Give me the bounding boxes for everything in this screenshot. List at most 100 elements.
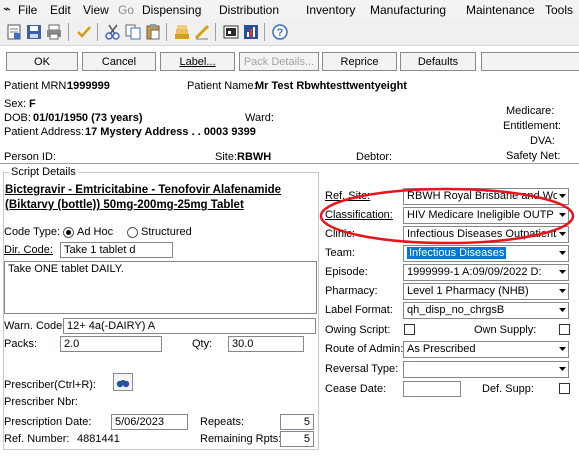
repeats-label: Repeats: bbox=[200, 416, 245, 428]
pharmacy-label: Pharmacy: bbox=[325, 285, 378, 297]
print-icon[interactable] bbox=[45, 23, 63, 41]
save-icon[interactable] bbox=[25, 23, 43, 41]
menu-inventory[interactable]: Inventory bbox=[306, 3, 355, 17]
system-menu-icon[interactable]: ⌁ bbox=[3, 1, 11, 17]
reversal-type-select[interactable] bbox=[403, 361, 569, 378]
code-type-adhoc-label[interactable]: Ad Hoc bbox=[77, 226, 113, 238]
own-supply-checkbox[interactable] bbox=[559, 324, 570, 335]
defaults-button[interactable]: Defaults bbox=[400, 52, 476, 71]
script-details-title: Script Details bbox=[9, 166, 78, 178]
dir-code-input[interactable]: Take 1 tablet d bbox=[60, 242, 173, 258]
image-icon[interactable] bbox=[222, 23, 240, 41]
repeats-input[interactable]: 5 bbox=[280, 414, 314, 430]
site-value: RBWH bbox=[237, 151, 272, 163]
packs-input[interactable]: 2.0 bbox=[60, 336, 162, 352]
menu-view[interactable]: View bbox=[83, 3, 109, 17]
pharmacy-select[interactable]: Level 1 Pharmacy (NHB) bbox=[403, 283, 569, 300]
prescriber-search-button[interactable] bbox=[113, 373, 133, 391]
chart-icon[interactable] bbox=[242, 23, 260, 41]
def-supp-checkbox[interactable] bbox=[559, 383, 570, 394]
label-format-select[interactable]: qh_disp_no_chrgsB bbox=[403, 302, 569, 319]
route-of-admin-label: Route of Admin: bbox=[325, 343, 404, 355]
episode-label: Episode: bbox=[325, 266, 368, 278]
report-icon[interactable] bbox=[5, 23, 23, 41]
menu-manufacturing[interactable]: Manufacturing bbox=[370, 3, 446, 17]
chevron-down-icon[interactable] bbox=[557, 284, 568, 299]
prescriber-nbr-label: Prescriber Nbr: bbox=[4, 396, 78, 408]
owing-script-checkbox[interactable] bbox=[404, 324, 415, 335]
cancel-button[interactable]: Cancel bbox=[82, 52, 156, 71]
route-of-admin-value: As Prescribed bbox=[407, 343, 476, 355]
entitlement-label: Entitlement: bbox=[503, 120, 562, 132]
patient-address-value: 17 Mystery Address . . 0003 9399 bbox=[85, 126, 256, 138]
ok-button[interactable]: OK bbox=[6, 52, 78, 71]
dob-value: 01/01/1950 (73 years) bbox=[33, 112, 143, 124]
cease-date-input[interactable] bbox=[403, 381, 461, 397]
drug-name-line1: Bictegravir - Emtricitabine - Tenofovir … bbox=[5, 184, 282, 196]
reprice-button[interactable]: Reprice bbox=[322, 52, 397, 71]
cease-date-label: Cease Date: bbox=[325, 383, 387, 395]
menu-distribution[interactable]: Distribution bbox=[219, 3, 279, 17]
episode-value: 1999999-1 A:09/09/2022 D: bbox=[407, 266, 542, 278]
edit-icon[interactable] bbox=[193, 23, 211, 41]
team-select[interactable]: Infectious Diseases bbox=[403, 245, 569, 262]
stack-icon[interactable] bbox=[173, 23, 191, 41]
warn-code-input[interactable]: 12+ 4a(-DAIRY) A bbox=[63, 318, 316, 334]
scissors-icon[interactable] bbox=[104, 23, 122, 41]
label-format-label: Label Format: bbox=[325, 304, 393, 316]
chevron-down-icon[interactable] bbox=[557, 265, 568, 280]
patient-name-label: Patient Name: bbox=[187, 80, 257, 92]
code-type-adhoc-radio[interactable] bbox=[63, 227, 74, 238]
directions-textarea[interactable]: Take ONE tablet DAILY. bbox=[4, 261, 317, 314]
patient-mrn-value: 1999999 bbox=[67, 80, 110, 92]
blank-button[interactable] bbox=[481, 52, 579, 71]
copy-icon[interactable] bbox=[124, 23, 142, 41]
label-button[interactable]: Label... bbox=[160, 52, 235, 71]
chevron-down-icon[interactable] bbox=[557, 246, 568, 261]
chevron-down-icon[interactable] bbox=[557, 362, 568, 377]
chevron-down-icon[interactable] bbox=[557, 342, 568, 357]
paste-icon[interactable] bbox=[144, 23, 162, 41]
menu-dispensing[interactable]: Dispensing bbox=[142, 3, 201, 17]
menu-edit[interactable]: Edit bbox=[50, 3, 71, 17]
menu-tools[interactable]: Tools bbox=[545, 3, 573, 17]
tick-icon[interactable] bbox=[75, 23, 93, 41]
menu-maintenance[interactable]: Maintenance bbox=[466, 3, 535, 17]
menu-go[interactable]: Go bbox=[118, 3, 134, 17]
patient-name-value: Mr Test Rbwhtesttwentyeight bbox=[255, 80, 407, 92]
code-type-structured-label[interactable]: Structured bbox=[141, 226, 192, 238]
safety-net-label: Safety Net: bbox=[506, 150, 561, 162]
menu-file[interactable]: File bbox=[18, 3, 37, 17]
header-divider bbox=[0, 163, 579, 164]
dob-label: DOB: bbox=[4, 112, 31, 124]
toolbar: ? bbox=[0, 19, 579, 46]
prescription-date-input[interactable]: 5/06/2023 bbox=[111, 414, 188, 430]
remaining-repeats-label: Remaining Rpts: bbox=[200, 433, 282, 445]
help-icon[interactable]: ? bbox=[271, 23, 289, 41]
qty-input[interactable]: 30.0 bbox=[228, 336, 304, 352]
team-value: Infectious Diseases bbox=[407, 247, 507, 259]
episode-select[interactable]: 1999999-1 A:09/09/2022 D: bbox=[403, 264, 569, 281]
def-supp-label: Def. Supp: bbox=[482, 383, 534, 395]
remaining-repeats-input[interactable]: 5 bbox=[280, 431, 314, 447]
pharmacy-value: Level 1 Pharmacy (NHB) bbox=[407, 285, 529, 297]
warn-code-label: Warn. Code: bbox=[4, 320, 66, 332]
site-label: Site: bbox=[215, 151, 238, 163]
code-type-structured-radio[interactable] bbox=[127, 227, 138, 238]
ward-label: Ward: bbox=[245, 112, 274, 124]
label-button-text: Label... bbox=[179, 56, 216, 68]
dir-code-label: Dir. Code: bbox=[4, 244, 53, 256]
pack-details-button[interactable]: Pack Details... bbox=[239, 52, 319, 71]
person-id-label: Person ID: bbox=[4, 151, 56, 163]
highlight-ellipse bbox=[319, 187, 575, 245]
drug-name-line2: (Biktarvy (bottle)) 50mg-200mg-25mg Tabl… bbox=[5, 199, 244, 211]
binoculars-icon bbox=[116, 380, 130, 388]
label-format-value: qh_disp_no_chrgsB bbox=[407, 304, 505, 316]
route-of-admin-select[interactable]: As Prescribed bbox=[403, 341, 569, 358]
own-supply-label: Own Supply: bbox=[474, 324, 537, 336]
svg-text:?: ? bbox=[277, 27, 284, 39]
code-type-label: Code Type: bbox=[4, 226, 61, 238]
patient-mrn-label: Patient MRN: bbox=[4, 80, 70, 92]
chevron-down-icon[interactable] bbox=[557, 303, 568, 318]
patient-address-label: Patient Address: bbox=[4, 126, 85, 138]
